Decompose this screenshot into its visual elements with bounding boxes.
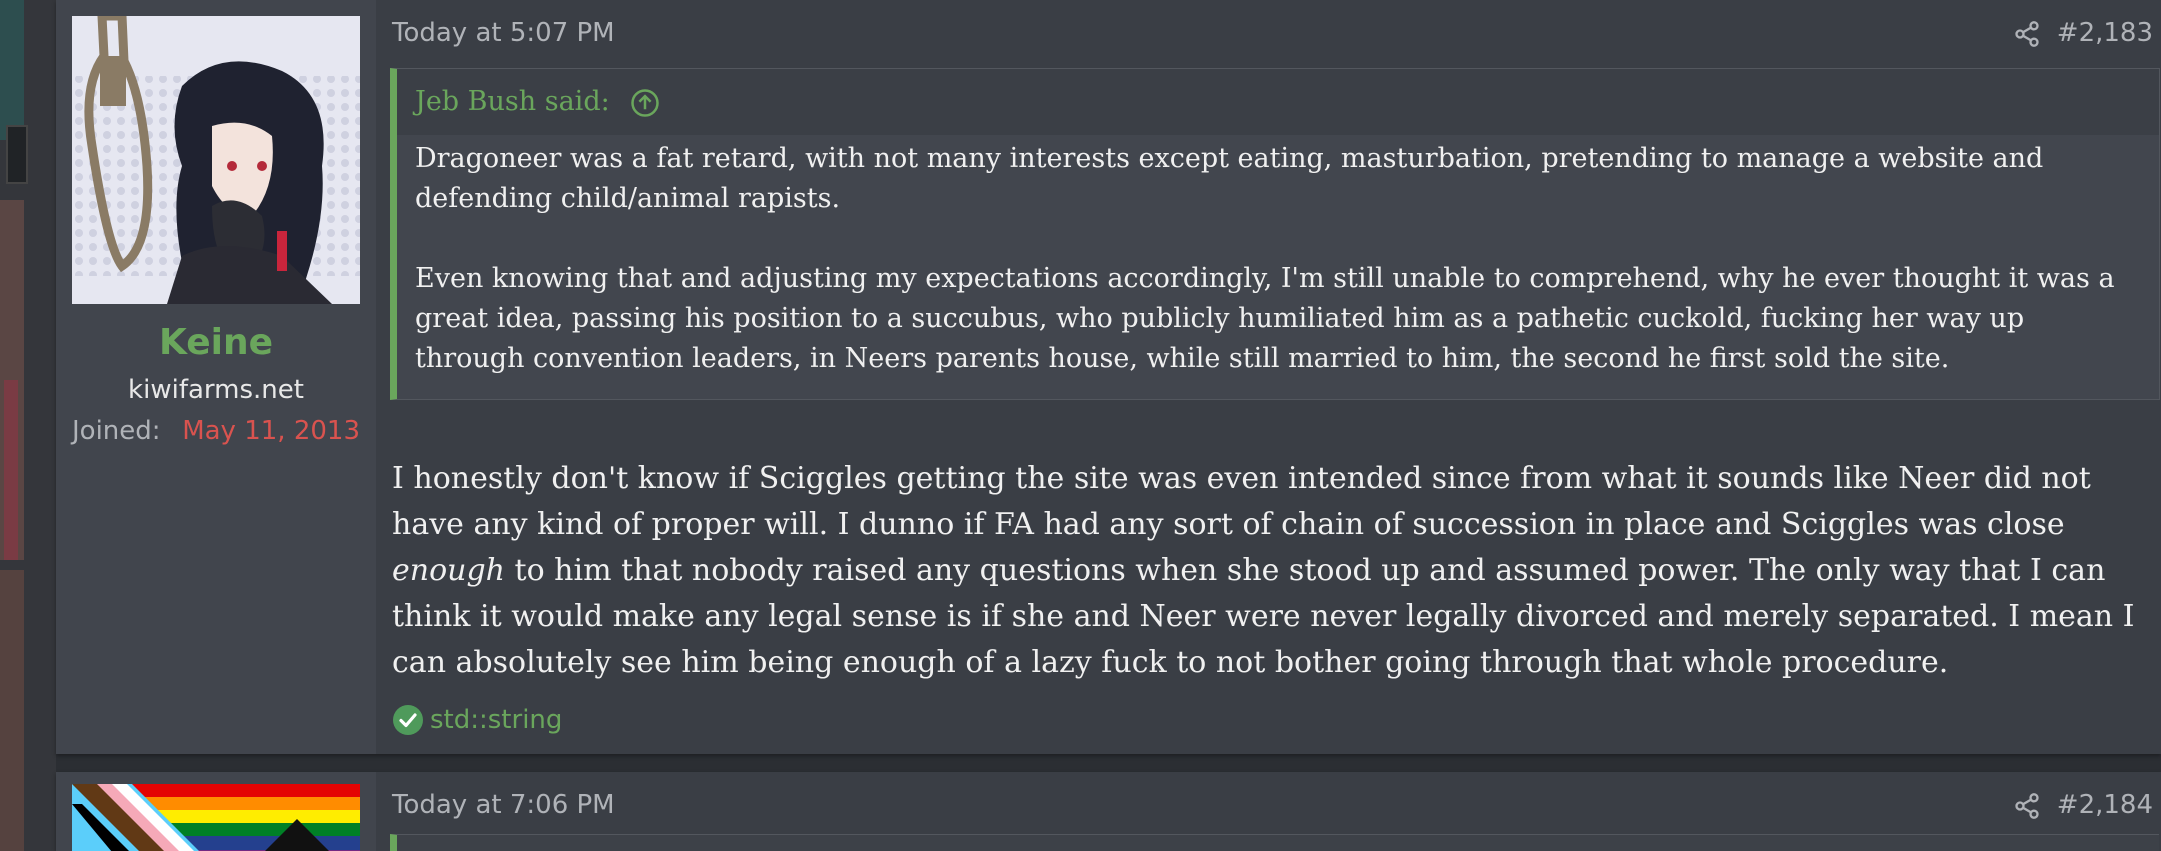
left-gutter [0,0,56,851]
post-number[interactable]: #2,184 [2057,790,2153,820]
user-title: kiwifarms.net [128,375,304,405]
share-icon[interactable] [2013,792,2041,820]
post-number[interactable]: #2,183 [2057,18,2153,48]
gutter-decoration [0,570,24,851]
check-icon [393,705,423,735]
quote-paragraph: Dragoneer was a fat retard, with not man… [415,143,2044,214]
post-date[interactable]: Today at 5:07 PM [392,18,615,48]
post-main-column: Today at 7:06 PM #2,184 [376,772,2161,851]
quote-body: Dragoneer was a fat retard, with not man… [397,135,2159,399]
avatar-image [72,16,360,304]
gutter-decoration [6,125,28,184]
avatar[interactable] [72,784,360,851]
username[interactable]: Keine [56,322,376,363]
quote-block [390,834,2159,851]
post-main-column: Today at 5:07 PM #2,183 Jeb Bush said: D… [376,0,2161,754]
post-body: I honestly don't know if Sciggles gettin… [392,456,2161,686]
quote-paragraph: Even knowing that and adjusting my expec… [415,263,2115,374]
forum-post: Keine kiwifarms.net Joined: May 11, 2013… [56,0,2161,754]
post-text-emphasis: enough [392,553,505,588]
post-text: to him that nobody raised any questions … [392,553,2135,680]
post-text: I honestly don't know if Sciggles gettin… [392,461,2091,542]
post-date[interactable]: Today at 7:06 PM [392,790,615,820]
forum-post: Today at 7:06 PM #2,184 [56,772,2161,851]
quote-block: Jeb Bush said: Dragoneer was a fat retar… [390,68,2160,400]
joined-label: Joined: [72,416,161,446]
arrow-up-circle-icon[interactable] [630,88,660,118]
share-icon[interactable] [2013,20,2041,48]
joined-date: May 11, 2013 [182,416,360,446]
gutter-decoration [4,380,18,560]
reaction-user[interactable]: std::string [430,705,562,735]
avatar-image [72,784,360,851]
reaction-bar[interactable]: std::string [392,702,562,738]
post-user-column: Keine kiwifarms.net Joined: May 11, 2013 [56,0,376,754]
quote-header[interactable]: Jeb Bush said: [397,69,2159,135]
quote-author[interactable]: Jeb Bush said: [415,86,610,117]
post-user-column [56,772,376,851]
avatar[interactable] [72,16,360,304]
gutter-decoration [0,0,24,140]
